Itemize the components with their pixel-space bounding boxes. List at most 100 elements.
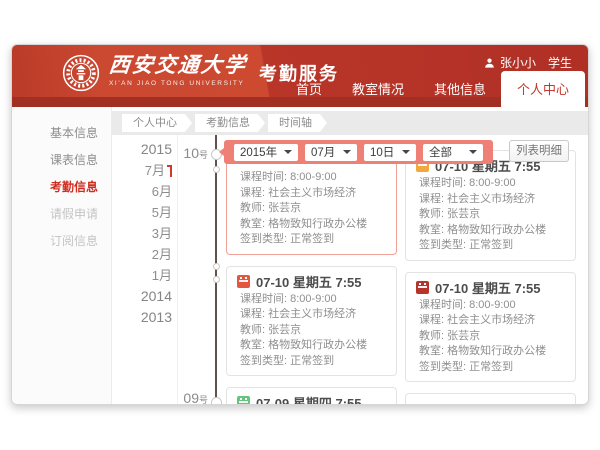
content-area: 基本信息 课表信息 考勤信息 请假申请 订阅信息 个人中心 考勤信息 时间轴	[12, 107, 588, 405]
month-select[interactable]: 07月	[305, 144, 357, 161]
list-detail-button[interactable]: 列表明细	[509, 140, 569, 162]
card-field: 课程社会主义市场经济	[240, 307, 386, 323]
card-fields: 课程时间8:00-9:00 课程社会主义市场经济 教师张芸京 教室格物致知行政办…	[237, 292, 386, 370]
timeline-month-item[interactable]: 2014	[112, 286, 172, 307]
card-field: 课程社会主义市场经济	[419, 192, 565, 208]
university-name-block: 西安交通大学 XI'AN JIAO TONG UNIVERSITY	[109, 52, 247, 87]
year-select[interactable]: 2015年	[234, 144, 298, 161]
field-value: 格物致知行政办公楼	[268, 339, 367, 351]
chevron-down-icon	[469, 150, 477, 154]
day-number: 10	[183, 145, 199, 161]
timeline-node	[213, 166, 220, 173]
university-name-en: XI'AN JIAO TONG UNIVERSITY	[109, 80, 247, 87]
month-select-value: 07月	[311, 144, 335, 160]
breadcrumb: 个人中心 考勤信息 时间轴	[112, 111, 588, 135]
timeline-month-item[interactable]: 2015	[112, 139, 172, 160]
user-icon	[484, 57, 495, 69]
field-label: 教室	[419, 345, 447, 357]
field-value: 张芸京	[268, 202, 301, 214]
timeline-month-item[interactable]: 3月	[112, 223, 172, 244]
field-label: 课程时间	[419, 177, 469, 189]
card-field: 教室格物致知行政办公楼	[240, 338, 386, 354]
card-field: 签到类型正常签到	[419, 238, 565, 254]
nav-item[interactable]: 首页	[281, 72, 337, 107]
attendance-card[interactable]: 07-09 星期四 7:55	[226, 387, 397, 405]
field-label: 签到类型	[419, 239, 469, 251]
breadcrumb-segment[interactable]: 时间轴	[268, 114, 327, 132]
field-value: 8:00-9:00	[469, 299, 515, 311]
timeline-month-item[interactable]: 2月	[112, 244, 172, 265]
timeline-month-item[interactable]: 6月	[112, 181, 172, 202]
field-value: 社会主义市场经济	[268, 308, 356, 320]
month-nav-divider	[177, 135, 178, 405]
nav-item[interactable]: 教室情况	[337, 72, 419, 107]
field-value: 社会主义市场经济	[268, 187, 356, 199]
field-value: 格物致知行政办公楼	[447, 345, 546, 357]
day-number: 09	[183, 390, 199, 405]
attendance-card[interactable]: 07-10 星期五 7:55 课程时间8:00-9:00 课程社会主义市场经济	[405, 150, 576, 261]
field-label: 教室	[419, 224, 447, 236]
sidebar-item[interactable]: 考勤信息	[12, 174, 111, 201]
field-label: 教师	[240, 324, 268, 336]
sidebar-item[interactable]: 请假申请	[12, 201, 111, 228]
card-field: 课程社会主义市场经济	[240, 186, 386, 202]
field-label: 教室	[240, 218, 268, 230]
field-value: 正常签到	[469, 361, 513, 373]
sidebar-item[interactable]: 基本信息	[12, 120, 111, 147]
card-field: 签到类型正常签到	[240, 232, 386, 248]
card-field: 教室格物致知行政办公楼	[419, 223, 565, 239]
cards-column-right: 07-10 星期五 7:55 课程时间8:00-9:00 课程社会主义市场经济	[405, 150, 576, 405]
field-value: 8:00-9:00	[469, 177, 515, 189]
calendar-icon	[416, 402, 429, 405]
date-filter-bar: 2015年 07月 10日 全部	[224, 140, 493, 164]
field-label: 教师	[419, 330, 447, 342]
timeline-day-label: 09号	[170, 390, 208, 405]
field-label: 课程时间	[240, 293, 290, 305]
field-value: 社会主义市场经济	[447, 314, 535, 326]
sidebar-item[interactable]: 订阅信息	[12, 228, 111, 255]
field-label: 课程	[419, 193, 447, 205]
attendance-app-window: 西安交通大学 XI'AN JIAO TONG UNIVERSITY 考勤服务 张…	[11, 44, 589, 405]
field-label: 课程	[240, 187, 268, 199]
attendance-cards: 课程时间8:00-9:00 课程社会主义市场经济 教师张芸京 教室格物致知行政办…	[226, 144, 576, 405]
field-value: 正常签到	[469, 239, 513, 251]
user-role: 学生	[548, 54, 572, 71]
attendance-card[interactable]	[405, 393, 576, 405]
app-header: 西安交通大学 XI'AN JIAO TONG UNIVERSITY 考勤服务 张…	[12, 45, 588, 107]
breadcrumb-segment[interactable]: 考勤信息	[195, 114, 265, 132]
user-info[interactable]: 张小小 学生	[484, 54, 572, 71]
field-label: 签到类型	[240, 233, 290, 245]
day-select-value: 10日	[370, 144, 394, 160]
breadcrumb-segment[interactable]: 个人中心	[122, 114, 192, 132]
day-select[interactable]: 10日	[364, 144, 416, 161]
card-field: 教师张芸京	[240, 201, 386, 217]
nav-item[interactable]: 个人中心	[501, 71, 585, 107]
card-header: 07-10 星期五 7:55	[237, 271, 386, 292]
user-name: 张小小	[500, 54, 536, 71]
card-field: 教室格物致知行政办公楼	[240, 217, 386, 233]
field-value: 格物致知行政办公楼	[447, 224, 546, 236]
cards-column-left: 课程时间8:00-9:00 课程社会主义市场经济 教师张芸京 教室格物致知行政办…	[226, 144, 397, 405]
field-label: 签到类型	[419, 361, 469, 373]
field-label: 课程	[419, 314, 447, 326]
nav-item[interactable]: 其他信息	[419, 72, 501, 107]
timeline-month-item[interactable]: 7月	[112, 160, 172, 181]
timeline-month-item[interactable]: 5月	[112, 202, 172, 223]
card-date-title: 07-10 星期五 7:55	[256, 272, 362, 291]
calendar-icon	[237, 275, 250, 288]
timeline-month-item[interactable]: 2013	[112, 307, 172, 328]
day-suffix: 号	[199, 395, 208, 405]
card-field: 签到类型正常签到	[240, 354, 386, 370]
field-value: 8:00-9:00	[290, 293, 336, 305]
card-header: 07-10 星期五 7:55	[416, 277, 565, 298]
card-header	[416, 398, 565, 405]
attendance-card[interactable]: 07-10 星期五 7:55 课程时间8:00-9:00 课程社会主义市场经济	[405, 272, 576, 383]
timeline-month-item[interactable]: 1月	[112, 265, 172, 286]
field-value: 8:00-9:00	[290, 171, 336, 183]
field-label: 课程时间	[419, 299, 469, 311]
type-select[interactable]: 全部	[423, 144, 483, 161]
field-label: 签到类型	[240, 355, 290, 367]
attendance-card[interactable]: 07-10 星期五 7:55 课程时间8:00-9:00 课程社会主义市场经济	[226, 266, 397, 377]
sidebar-item[interactable]: 课表信息	[12, 147, 111, 174]
card-field: 课程时间8:00-9:00	[419, 298, 565, 314]
